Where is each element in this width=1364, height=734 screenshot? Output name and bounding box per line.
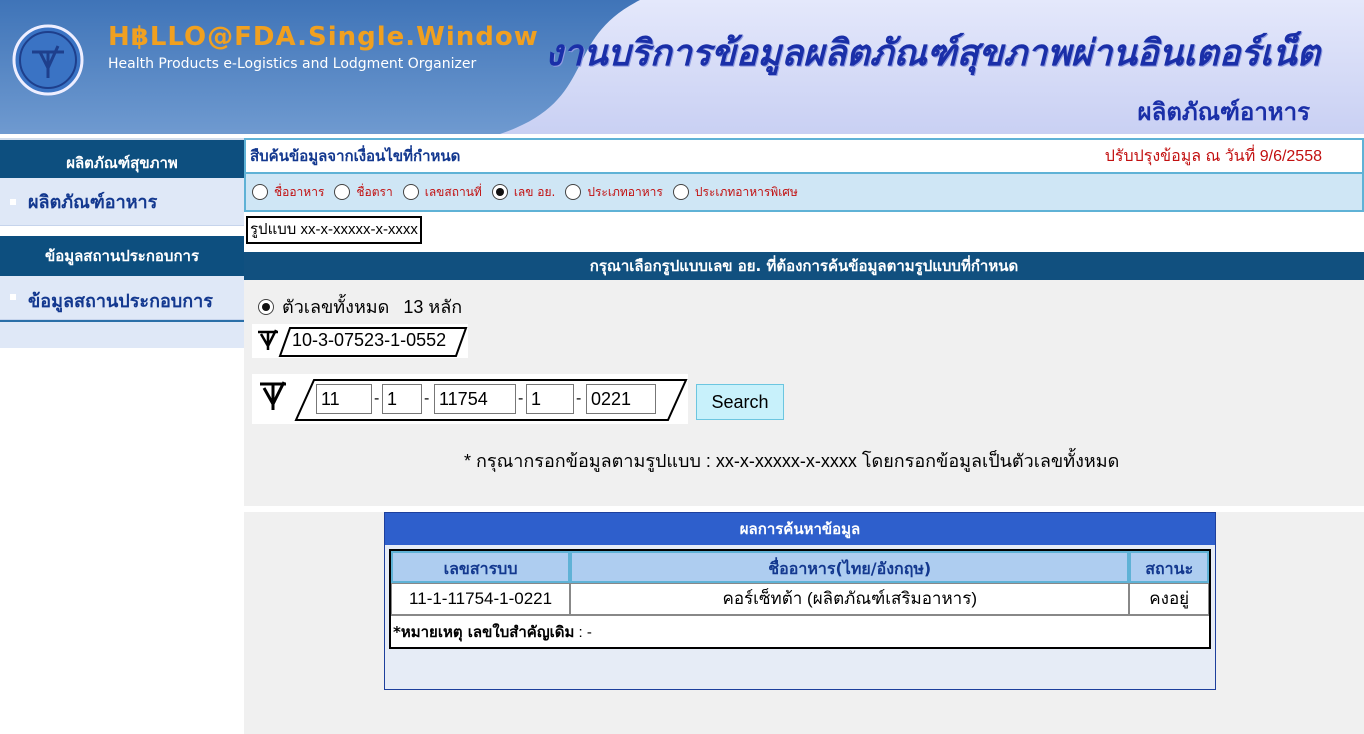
fda-logo-icon [12, 24, 84, 96]
radio-button[interactable] [672, 184, 689, 200]
format-note: * กรุณากรอกข้อมูลตามรูปแบบ : xx-x-xxxxx-… [464, 451, 1120, 471]
option-label: เลข อย. [513, 184, 556, 199]
fda-segment-2-input[interactable]: 1 [382, 384, 422, 414]
query-title: สืบค้นข้อมูลจากเงื่อนไขที่กำหนด [250, 147, 461, 165]
option-label: ชื่ออาหาร [274, 184, 325, 199]
entry-panel: ตัวเลขทั้งหมด 13 หลัก 10-3-07523-1-0552 … [244, 280, 1364, 506]
dash: - [374, 390, 380, 407]
result-panel: ผลการค้นหาข้อมูล เลขสารบบ ชื่ออาหาร(ไทย/… [384, 512, 1216, 690]
radio-button[interactable] [334, 184, 351, 200]
sidebar-item-label: ผลิตภัณฑ์อาหาร [28, 192, 158, 213]
option-fda-number[interactable]: เลข อย. [491, 183, 556, 202]
brand-title: H฿LLO@FDA.Single.Window [108, 22, 539, 52]
radio-button[interactable] [402, 184, 419, 200]
sidebar-item-establishment[interactable]: ข้อมูลสถานประกอบการ [0, 276, 244, 320]
all-digits-label: ตัวเลขทั้งหมด [282, 297, 390, 317]
sidebar-section-title: ผลิตภัณฑ์สุขภาพ [0, 138, 244, 178]
dash: - [576, 390, 582, 407]
radio-button[interactable] [565, 184, 582, 200]
bullet-icon [10, 198, 16, 205]
digits-count: 13 หลัก [403, 297, 463, 317]
option-label: เลขสถานที่ [424, 184, 482, 199]
sidebar-item-label: ข้อมูลสถานประกอบการ [28, 291, 213, 312]
status-cell: คงอยู่ [1129, 583, 1209, 615]
format-row: รูปแบบ xx-x-xxxxx-x-xxxx [244, 212, 1364, 248]
table-row[interactable]: 11-1-11754-1-0221 คอร์เซ็ทต้า (ผลิตภัณฑ์… [391, 583, 1209, 615]
table-header-row: เลขสารบบ ชื่ออาหาร(ไทย/อังกฤษ) สถานะ [391, 551, 1209, 583]
sidebar-gap [0, 226, 244, 236]
result-area: ผลการค้นหาข้อมูล เลขสารบบ ชื่ออาหาร(ไทย/… [244, 512, 1364, 734]
radio-button-selected[interactable] [491, 184, 508, 200]
bullet-icon [10, 294, 16, 300]
registration-number-cell[interactable]: 11-1-11754-1-0221 [391, 583, 571, 615]
brand-subtitle: Health Products e-Logistics and Lodgment… [108, 56, 477, 72]
option-label: ชื่อตรา [356, 184, 393, 199]
option-special-food-type[interactable]: ประเภทอาหารพิเศษ [672, 183, 798, 202]
option-label: ประเภทอาหารพิเศษ [694, 184, 798, 199]
site-header: H฿LLO@FDA.Single.Window Health Products … [0, 0, 1364, 134]
column-header: ชื่ออาหาร(ไทย/อังกฤษ) [570, 551, 1130, 583]
fda-segment-5-input[interactable]: 0221 [586, 384, 656, 414]
all-digits-option[interactable]: ตัวเลขทั้งหมด 13 หลัก [258, 292, 462, 321]
example-number-box: 10-3-07523-1-0552 [252, 324, 468, 358]
column-header: เลขสารบบ [391, 551, 571, 583]
remark-value: : - [574, 624, 592, 641]
entry-instruction-bar: กรุณาเลือกรูปแบบเลข อย. ที่ต้องการค้นข้อ… [244, 252, 1364, 280]
radio-button[interactable] [252, 184, 268, 200]
option-label: ประเภทอาหาร [587, 184, 663, 199]
fda-segment-4-input[interactable]: 1 [526, 384, 574, 414]
option-brand[interactable]: ชื่อตรา [334, 183, 393, 202]
remark-label: *หมายเหตุ เลขใบสำคัญเดิม [393, 623, 575, 641]
search-button[interactable]: Search [696, 384, 784, 420]
sidebar-section-title: ข้อมูลสถานประกอบการ [0, 236, 244, 276]
fda-number-inputs: 11 - 1 - 11754 - 1 - 0221 [252, 374, 688, 424]
option-food-name[interactable]: ชื่ออาหาร [252, 183, 324, 202]
sidebar-item-food-products[interactable]: ผลิตภัณฑ์อาหาร [0, 178, 244, 226]
radio-button-selected[interactable] [258, 298, 274, 315]
result-table: เลขสารบบ ชื่ออาหาร(ไทย/อังกฤษ) สถานะ 11-… [389, 549, 1211, 649]
query-header: สืบค้นข้อมูลจากเงื่อนไขที่กำหนด ปรับปรุง… [244, 138, 1364, 172]
sidebar: ผลิตภัณฑ์สุขภาพ ผลิตภัณฑ์อาหาร ข้อมูลสถา… [0, 138, 244, 368]
option-location-number[interactable]: เลขสถานที่ [402, 183, 482, 202]
fda-segment-3-input[interactable]: 11754 [434, 384, 516, 414]
format-hint: รูปแบบ xx-x-xxxxx-x-xxxx [246, 216, 422, 244]
page-subtitle: ผลิตภัณฑ์อาหาร [1137, 98, 1310, 126]
remark-row: *หมายเหตุ เลขใบสำคัญเดิม : - [391, 615, 1209, 647]
food-name-cell[interactable]: คอร์เซ็ทต้า (ผลิตภัณฑ์เสริมอาหาร) [570, 583, 1130, 615]
dash: - [518, 390, 524, 407]
example-number: 10-3-07523-1-0552 [292, 330, 447, 350]
search-type-options: ชื่ออาหาร ชื่อตรา เลขสถานที่ เลข อย. ประ… [244, 172, 1364, 212]
sidebar-blank [0, 320, 244, 348]
page-title: งานบริการข้อมูลผลิตภัณฑ์สุขภาพผ่านอินเตอ… [545, 33, 1320, 74]
result-title: ผลการค้นหาข้อมูล [385, 513, 1215, 545]
option-food-type[interactable]: ประเภทอาหาร [565, 183, 663, 202]
column-header: สถานะ [1129, 551, 1209, 583]
dash: - [424, 390, 430, 407]
main-content: สืบค้นข้อมูลจากเงื่อนไขที่กำหนด ปรับปรุง… [244, 138, 1364, 506]
fda-segment-1-input[interactable]: 11 [316, 384, 372, 414]
update-date-text: ปรับปรุงข้อมูล ณ วันที่ 9/6/2558 [1104, 147, 1322, 165]
